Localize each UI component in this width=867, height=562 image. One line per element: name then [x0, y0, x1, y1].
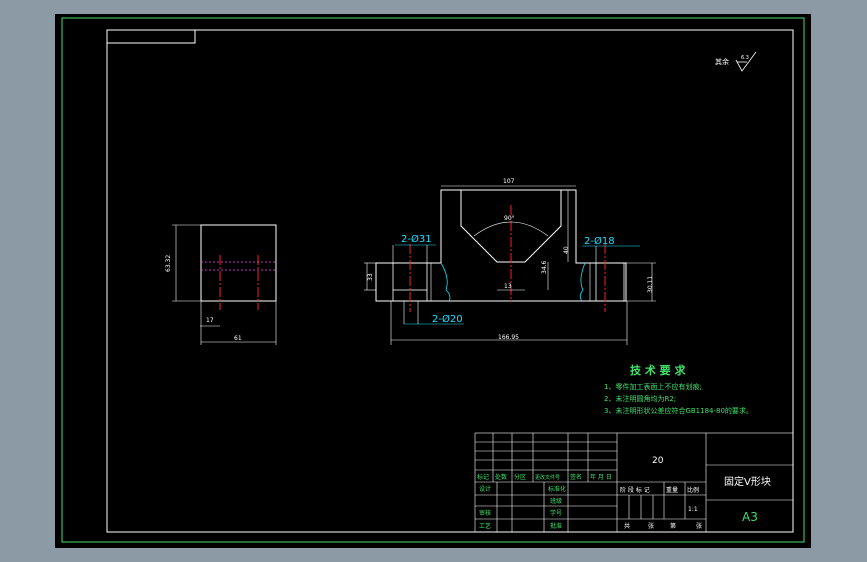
v-depth-dim: 40	[563, 246, 570, 254]
v-inner-dim: 34.6	[541, 260, 548, 274]
right-height-callout: 30.11	[647, 276, 654, 293]
sheet-info: 张	[696, 522, 702, 530]
mid-label: 学号	[550, 509, 562, 517]
v-bottom-dim: 13	[504, 283, 512, 290]
rev-header: 分区	[514, 473, 526, 481]
rev-header: 标记	[477, 473, 489, 481]
sheet-info: 张	[648, 522, 654, 530]
surface-roughness-symbol: 其余 6.3	[715, 51, 757, 72]
overall-length-dim: 166.95	[498, 334, 519, 341]
rev-header: 签名	[570, 473, 582, 481]
row-label-review: 审核	[479, 509, 491, 517]
inner-frame	[106, 29, 794, 533]
left-hole-callout: 2-Ø31	[401, 233, 432, 245]
sheet-info: 共	[624, 522, 630, 530]
left-height-callout: 33	[367, 273, 374, 281]
break-line	[440, 262, 451, 302]
mid-label: 班级	[550, 497, 562, 505]
mid-label: 批准	[550, 522, 562, 530]
part-name: 固定V形块	[724, 475, 771, 488]
v-angle-dim: 90°	[504, 215, 515, 222]
scale-value: 1:1	[688, 506, 698, 513]
front-view: 107 90° 2-Ø31 2-Ø18 2-Ø20 166.95 33 30.1…	[364, 178, 656, 345]
left-side-view: 63.32 61 17	[165, 224, 277, 345]
bottom-hole-callout: 2-Ø20	[432, 313, 463, 325]
rev-header: 年 月 日	[590, 473, 612, 481]
break-line	[579, 262, 586, 302]
mid-label: 标准化	[548, 485, 566, 493]
cad-drawing: 其余 6.3 63.32 61 17 107 90° 2-Ø31 2-Ø18 2…	[61, 17, 805, 543]
left-view-outline	[200, 224, 277, 302]
drawing-number-box	[106, 29, 196, 44]
row-label-process: 工艺	[479, 522, 491, 530]
tech-item: 2、未注明圆角均为R2;	[604, 394, 676, 403]
rev-header: 更改文件号	[535, 474, 560, 481]
rev-header: 处数	[495, 473, 507, 481]
stage-header: 重量	[666, 486, 678, 494]
tech-item: 1、零件加工表面上不应有划痕;	[604, 382, 702, 391]
outer-frame	[61, 17, 805, 543]
sheet-info: 第	[670, 522, 676, 530]
tech-title: 技 术 要 求	[630, 363, 686, 377]
stage-header: 阶 段 标 记	[620, 486, 650, 494]
technical-requirements: 技 术 要 求 1、零件加工表面上不应有划痕; 2、未注明圆角均为R2; 3、未…	[604, 363, 753, 415]
right-hole-callout: 2-Ø18	[584, 235, 615, 247]
roughness-value: 6.3	[741, 55, 749, 61]
left-width-dim: 61	[234, 335, 242, 342]
sheet-size: A3	[742, 510, 758, 524]
part-number: 20	[652, 456, 664, 466]
tech-item: 3、未注明形状公差应符合GB1184-80的要求。	[604, 406, 753, 415]
roughness-label: 其余	[715, 57, 729, 66]
left-small-dim: 17	[206, 317, 214, 324]
left-height-dim: 63.32	[165, 255, 172, 272]
top-width-dim: 107	[503, 178, 515, 185]
stage-header: 比例	[687, 486, 699, 494]
row-label-design: 设计	[479, 485, 491, 493]
